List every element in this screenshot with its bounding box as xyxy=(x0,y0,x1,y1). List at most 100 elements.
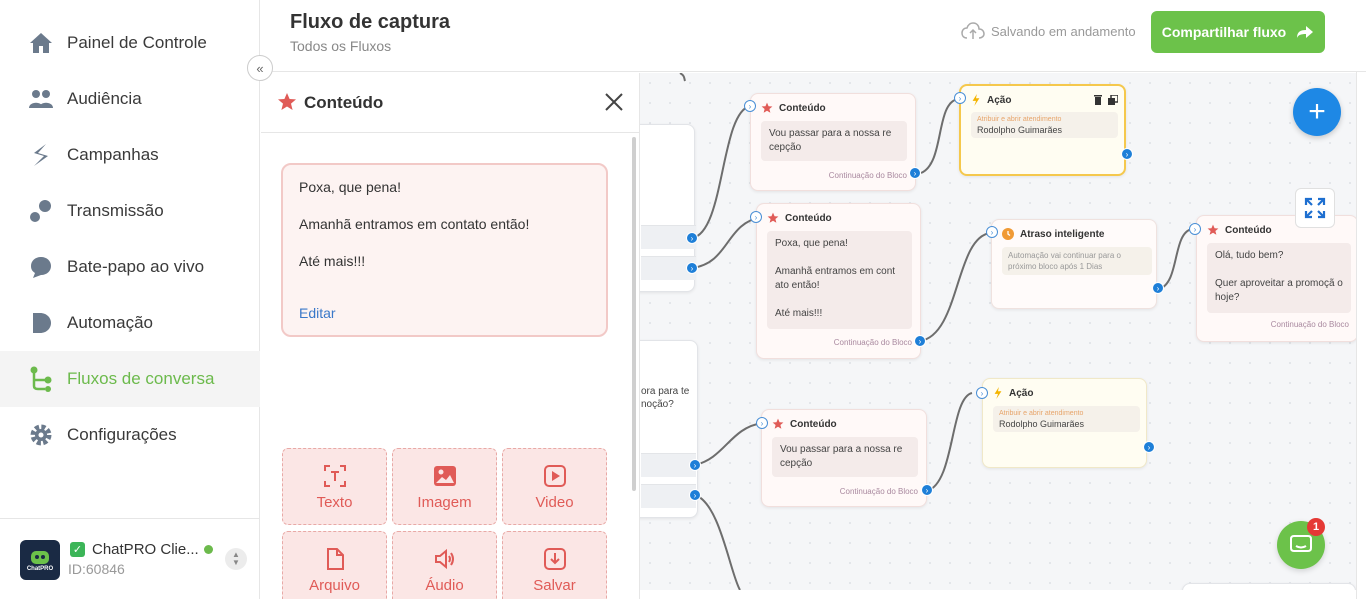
robot-icon xyxy=(31,551,49,564)
flow-node-action[interactable]: Ação Atribuir e abrir atendimento Rodolp… xyxy=(982,378,1147,468)
lightning-icon xyxy=(971,94,981,106)
share-flow-button[interactable]: Compartilhar fluxo xyxy=(1151,11,1325,53)
option-row[interactable] xyxy=(641,453,696,477)
flow-node-content[interactable]: Conteúdo Olá, tudo bem? Quer aproveitar … xyxy=(1196,215,1356,342)
input-port[interactable]: › xyxy=(976,387,988,399)
save-status: Salvando em andamento xyxy=(961,22,1136,40)
star-icon xyxy=(1207,224,1219,236)
breadcrumb[interactable]: Todos os Fluxos xyxy=(290,38,391,54)
close-icon[interactable] xyxy=(603,91,625,113)
output-port[interactable]: › xyxy=(689,489,701,501)
output-port[interactable]: › xyxy=(914,335,926,347)
action-label: Atribuir e abrir atendimento xyxy=(977,116,1062,123)
broadcast-icon xyxy=(28,198,54,224)
tool-save-button[interactable]: Salvar xyxy=(502,531,607,599)
share-flow-label: Compartilhar fluxo xyxy=(1161,24,1287,40)
sidebar-item-bate-papo[interactable]: Bate-papo ao vivo xyxy=(0,239,260,295)
output-port[interactable]: › xyxy=(921,484,933,496)
tool-label: Imagem xyxy=(417,494,472,511)
expand-icon xyxy=(1304,197,1326,219)
sidebar-item-fluxos[interactable]: Fluxos de conversa xyxy=(0,351,260,407)
node-message: Vou passar para a nossa re cepção xyxy=(772,437,918,477)
sidebar-item-label: Fluxos de conversa xyxy=(67,369,215,388)
online-status-dot xyxy=(203,545,213,554)
input-port[interactable]: › xyxy=(986,226,998,238)
delay-text: Automação vai continuar para o próximo b… xyxy=(1008,251,1121,271)
edit-link[interactable]: Editar xyxy=(299,305,336,321)
flow-node-action[interactable]: Ação Atribuir e abrir atendimento Rodolp… xyxy=(959,84,1126,176)
output-port[interactable]: › xyxy=(686,262,698,274)
message-card[interactable]: Poxa, que pena! Amanhã entramos em conta… xyxy=(281,163,608,337)
sidebar-item-label: Audiência xyxy=(67,89,142,108)
output-port[interactable]: › xyxy=(1143,441,1155,453)
panel-header: Conteúdo xyxy=(261,73,640,133)
output-port[interactable]: › xyxy=(686,232,698,244)
star-icon xyxy=(772,418,784,430)
sidebar-item-label: Transmissão xyxy=(67,201,164,220)
copy-icon[interactable] xyxy=(1108,95,1118,105)
sidebar-item-label: Painel de Controle xyxy=(67,33,207,52)
option-row[interactable] xyxy=(641,484,696,508)
canvas-scrollbar[interactable] xyxy=(1356,0,1366,599)
flow-node-content[interactable]: Conteúdo Vou passar para a nossa re cepç… xyxy=(750,93,916,191)
flow-node-delay[interactable]: Atraso inteligente Automação vai continu… xyxy=(991,219,1157,309)
input-port[interactable]: › xyxy=(744,100,756,112)
avatar: ChatPRO xyxy=(20,540,60,580)
message-line: Poxa, que pena! xyxy=(775,238,848,249)
sidebar-item-label: Campanhas xyxy=(67,145,159,164)
flow-node-partial[interactable] xyxy=(1182,583,1356,590)
node-text: ora para te noção? xyxy=(641,386,690,410)
gear-icon xyxy=(28,422,54,448)
chat-bubble-icon xyxy=(28,254,54,280)
message-line: Até mais!!! xyxy=(299,253,366,269)
panel-scrollbar[interactable] xyxy=(632,137,636,491)
file-icon xyxy=(325,546,345,572)
users-icon xyxy=(28,86,54,112)
input-port[interactable]: › xyxy=(954,92,966,104)
sidebar-item-label: Automação xyxy=(67,313,153,332)
image-icon xyxy=(433,463,457,489)
tool-text-button[interactable]: Texto xyxy=(282,448,387,525)
page-title: Fluxo de captura xyxy=(290,11,451,33)
sidebar-item-transmissao[interactable]: Transmissão xyxy=(0,183,260,239)
flow-node-content[interactable]: Conteúdo Vou passar para a nossa re cepç… xyxy=(761,409,927,507)
tool-audio-button[interactable]: Áudio xyxy=(392,531,497,599)
input-port[interactable]: › xyxy=(1189,223,1201,235)
message-line: Quer aproveitar a promoçã o hoje? xyxy=(1215,278,1343,303)
support-chat-button[interactable]: 1 xyxy=(1277,518,1325,569)
output-port[interactable]: › xyxy=(689,459,701,471)
output-port[interactable]: › xyxy=(1121,148,1133,160)
account-switcher[interactable]: ChatPRO ✓ ChatPRO Clie... ID:60846 ▲ ▼ xyxy=(0,518,260,599)
tool-file-button[interactable]: Arquivo xyxy=(282,531,387,599)
action-label: Atribuir e abrir atendimento xyxy=(999,410,1084,417)
switch-account-icon[interactable]: ▲ ▼ xyxy=(225,548,247,570)
fullscreen-button[interactable] xyxy=(1295,188,1335,228)
tool-image-button[interactable]: Imagem xyxy=(392,448,497,525)
sidebar-item-configuracoes[interactable]: Configurações xyxy=(0,407,260,463)
flow-icon xyxy=(28,366,54,392)
tool-video-button[interactable]: Video xyxy=(502,448,607,525)
sidebar: Painel de Controle Audiência Campanhas T… xyxy=(0,0,260,599)
canvas-hscrollbar[interactable] xyxy=(640,590,1356,599)
sidebar-item-campanhas[interactable]: Campanhas xyxy=(0,127,260,183)
trash-icon[interactable] xyxy=(1093,95,1103,105)
avatar-text: ChatPRO xyxy=(26,566,54,572)
sidebar-item-painel[interactable]: Painel de Controle xyxy=(0,15,260,71)
message-line: Amanhã entramos em contato então! xyxy=(299,216,530,232)
action-value: Rodolpho Guimarães xyxy=(977,125,1063,135)
add-block-button[interactable]: + xyxy=(1293,88,1341,136)
flow-canvas[interactable]: › › ora para te noção? › › Conteúdo Vou … xyxy=(640,73,1356,590)
collapse-sidebar-button[interactable]: « xyxy=(247,55,273,81)
node-message: Poxa, que pena! Amanhã entramos em cont … xyxy=(767,231,912,329)
sidebar-item-label: Bate-papo ao vivo xyxy=(67,257,205,276)
input-port[interactable]: › xyxy=(756,417,768,429)
sidebar-item-audiencia[interactable]: Audiência xyxy=(0,71,260,127)
flow-node-content[interactable]: Conteúdo Poxa, que pena! Amanhã entramos… xyxy=(756,203,921,359)
output-port[interactable]: › xyxy=(909,167,921,179)
output-port[interactable]: › xyxy=(1152,282,1164,294)
node-title: Conteúdo xyxy=(772,418,837,430)
input-port[interactable]: › xyxy=(750,211,762,223)
sidebar-item-automacao[interactable]: Automação xyxy=(0,295,260,351)
node-footer: Continuação do Bloco xyxy=(833,338,912,347)
star-icon xyxy=(767,212,779,224)
